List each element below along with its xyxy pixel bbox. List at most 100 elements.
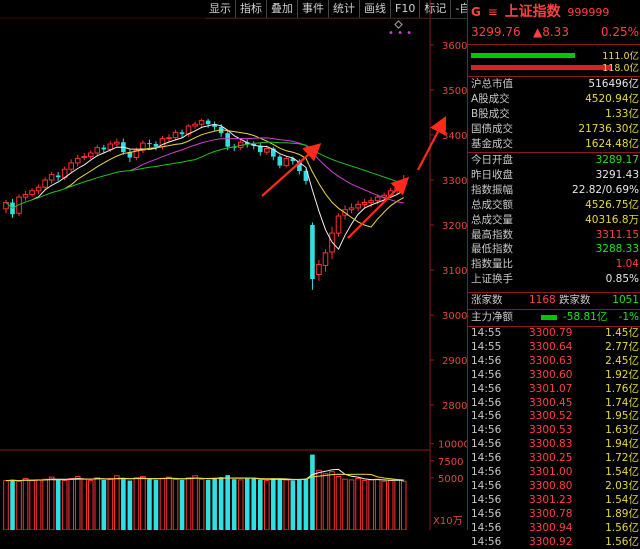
tick-row: 14:563301.071.76亿: [471, 383, 639, 397]
volume-bar: [23, 479, 28, 530]
candle-body-up: [23, 194, 28, 197]
tick-row: 14:563300.531.63亿: [471, 424, 639, 438]
tick-volume: 1.72亿: [605, 452, 639, 466]
tick-price: 3300.52: [529, 410, 572, 424]
volume-bar: [265, 481, 270, 530]
net-flow-row: 主力净额 -58.81亿 -1%: [471, 310, 639, 325]
volume-bar: [102, 480, 107, 530]
tick-price: 3300.78: [529, 508, 572, 522]
tick-time: 14:56: [471, 410, 501, 424]
stat-row: 上证换手0.85%: [471, 272, 639, 287]
price-tick-label: 3200: [442, 221, 467, 232]
tick-row: 14:563300.451.74亿: [471, 397, 639, 411]
volume-bar: [108, 479, 113, 530]
stat-label: B股成交: [471, 107, 510, 122]
volume-bar: [193, 476, 198, 530]
stat-value: 516496亿: [588, 77, 639, 92]
down-count: 1051: [612, 293, 639, 308]
stat-row: 最低指数3288.33: [471, 242, 639, 257]
stat-label: 国债成交: [471, 122, 513, 137]
volume-bar: [62, 481, 67, 530]
stat-value: 3291.43: [596, 168, 639, 183]
volume-bar: [362, 481, 367, 530]
tick-volume: 1.76亿: [605, 383, 639, 397]
candle-body-up: [36, 187, 41, 191]
stat-value: 40316.8万: [585, 213, 639, 228]
volume-bar: [284, 480, 289, 530]
tick-row: 14:563300.601.92亿: [471, 369, 639, 383]
tick-volume: 1.92亿: [605, 369, 639, 383]
price-tick-label: 3500: [442, 86, 467, 97]
tick-price: 3300.80: [529, 480, 572, 494]
diamond-icon: [395, 21, 402, 28]
candle-body-up: [265, 149, 270, 153]
kline-chart[interactable]: 3600350034003300320031003000290028001000…: [0, 0, 467, 530]
stat-row: 总成交量40316.8万: [471, 213, 639, 228]
candle-body-down: [225, 133, 230, 147]
tick-time: 14:56: [471, 508, 501, 522]
tick-volume: 2.77亿: [605, 341, 639, 355]
volume-bar: [395, 480, 400, 530]
volume-tick-label: 5000: [438, 474, 463, 485]
candle-body-up: [43, 180, 48, 187]
volume-bar: [349, 480, 354, 530]
tick-time: 14:56: [471, 536, 501, 549]
stat-value: 4526.75亿: [585, 198, 639, 213]
volume-bar: [206, 480, 211, 530]
volume-bar: [356, 479, 361, 530]
volume-tick-label: 10000: [438, 440, 467, 451]
stat-row: 最高指数3311.15: [471, 228, 639, 243]
stat-row: 沪总市值516496亿: [471, 77, 639, 92]
tick-row: 14:56 3301.00 1.54亿: [471, 466, 639, 480]
stat-value: 4520.94亿: [585, 92, 639, 107]
volume-unit-label: X10万: [433, 516, 463, 527]
volume-tick-label: 7500: [438, 457, 463, 468]
tick-row: 14:563300.781.89亿: [471, 508, 639, 522]
volume-bar: [297, 479, 302, 530]
tick-volume: 1.54亿: [605, 466, 639, 480]
tick-row: 14:553300.642.77亿: [471, 341, 639, 355]
volume-bar: [291, 481, 296, 530]
tick-price: 3301.00: [529, 466, 572, 480]
candle-body-up: [284, 158, 289, 165]
tick-volume: 1.63亿: [605, 424, 639, 438]
volume-bar: [10, 480, 15, 530]
stat-row: B股成交1.33亿: [471, 107, 639, 122]
buy-bar: [471, 53, 575, 58]
quote-header: G ≡ 上证指数 999999: [471, 2, 639, 22]
up-count: 1168: [529, 293, 556, 308]
annotation-arrow: [348, 180, 406, 238]
tick-time: 14:56: [471, 438, 501, 452]
candle-body-up: [356, 204, 361, 208]
menu-icon[interactable]: ≡: [488, 5, 498, 19]
stat-value: 21736.30亿: [578, 122, 639, 137]
volume-bar: [336, 476, 341, 530]
volume-bar: [232, 479, 237, 530]
candle-body-up: [69, 163, 74, 169]
volume-bar: [251, 478, 256, 530]
tick-price: 3300.79: [529, 327, 572, 341]
volume-bar: [369, 480, 374, 530]
volume-bar: [17, 481, 22, 530]
volume-bar: [43, 479, 48, 530]
stat-row: A股成交4520.94亿: [471, 92, 639, 107]
stat-value: 1.04: [616, 257, 639, 272]
tick-row: 14:563300.632.45亿: [471, 355, 639, 369]
volume-bar: [212, 479, 217, 530]
candle-body-up: [199, 121, 204, 125]
tick-volume: 1.74亿: [605, 397, 639, 411]
candle-body-down: [310, 225, 315, 279]
candle-body-down: [147, 143, 152, 144]
volume-bar: [343, 479, 348, 530]
tick-price: 3300.53: [529, 424, 572, 438]
volume-bar: [4, 481, 9, 530]
volume-bar: [278, 479, 283, 530]
candle-body-down: [154, 144, 159, 147]
candle-body-up: [317, 265, 322, 275]
tick-time: 14:56: [471, 466, 501, 480]
tick-volume: 1.54亿: [605, 494, 639, 508]
stat-row: 总成交额4526.75亿: [471, 198, 639, 213]
tick-volume: 1.56亿: [605, 522, 639, 536]
volume-bar: [304, 479, 309, 530]
candle-body-up: [193, 124, 198, 126]
